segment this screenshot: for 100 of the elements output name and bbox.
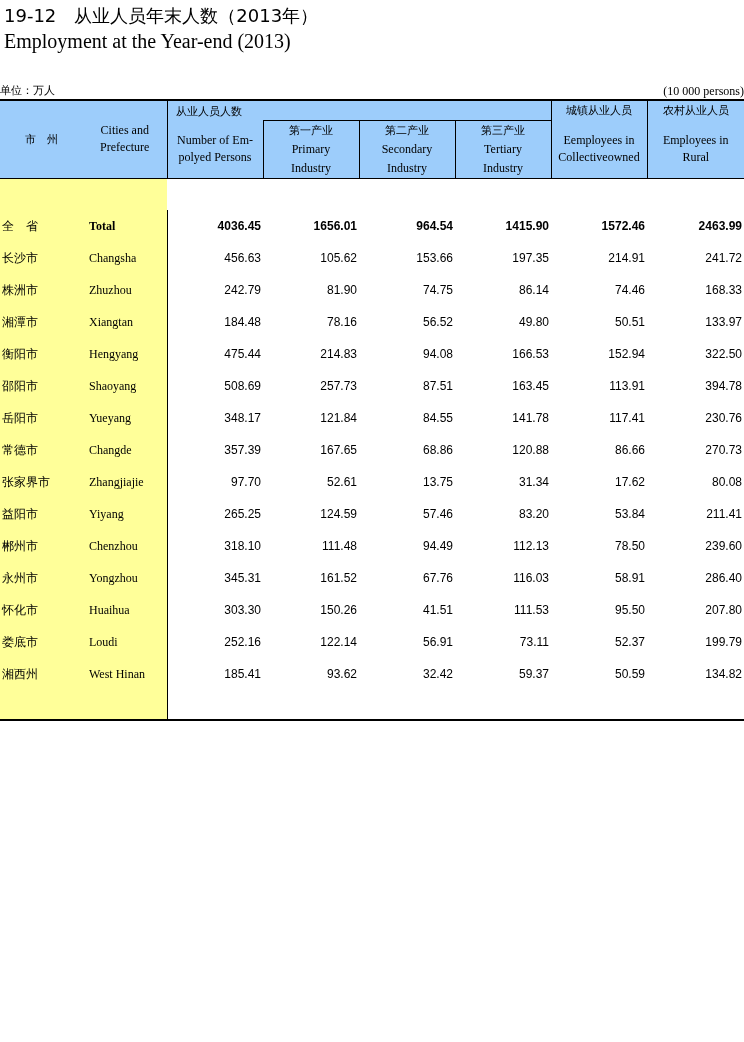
table-cell-text: 17.62 [613, 474, 646, 491]
header-label: 城镇从业人员 [566, 104, 632, 117]
header-label: Number of Em- [176, 131, 254, 149]
table-cell: Changde [83, 434, 167, 466]
table-cell: Yiyang [83, 498, 167, 530]
table-cell-text: 150.26 [319, 602, 358, 619]
header-label: Tertiary [483, 140, 523, 158]
table-cell-text: 31.34 [517, 474, 550, 491]
table-cell-text: 52.61 [325, 474, 358, 491]
table-cell-text: 322.50 [704, 346, 743, 363]
table-cell-text: 211.41 [705, 506, 743, 523]
header-label: Industry [290, 159, 332, 177]
table-cell-text: 152.94 [607, 346, 646, 363]
header-label: Eemployees in [562, 131, 636, 149]
table-cell-text: 241.72 [704, 250, 743, 267]
table-title: 19-12 从业人员年末人数（2013年） [3, 4, 320, 28]
table-cell: Xiangtan [83, 306, 167, 338]
header-label: 第三产业 [480, 122, 526, 139]
table-cell-text: 117.41 [608, 410, 646, 427]
table-cell-text: 32.42 [421, 666, 454, 683]
table-cell-text: 239.60 [704, 538, 743, 555]
table-cell-text: 161.52 [319, 570, 358, 587]
table-cell: 508.69 [167, 370, 263, 402]
table-cell-text: 84.55 [421, 410, 454, 427]
table-cell: 357.39 [167, 434, 263, 466]
table-cell: 318.10 [167, 530, 263, 562]
table-cell-text: 86.14 [517, 282, 550, 299]
header-label: Employees in [661, 131, 730, 149]
table-cell: 184.48 [167, 306, 263, 338]
header-label: 农村从业人员 [662, 104, 729, 117]
table-cell: Huaihua [83, 594, 167, 626]
table-cell-text: 73.11 [518, 634, 550, 651]
table-cell-text: 67.76 [421, 570, 454, 587]
table-cell-text: 167.65 [319, 442, 358, 459]
table-cell-text: 112.13 [512, 538, 550, 555]
header-label: Prefecture [99, 139, 151, 157]
table-cell-text: 166.53 [511, 346, 550, 363]
table-cell: Hengyang [83, 338, 167, 370]
table-cell-text: 214.91 [607, 250, 646, 267]
table-cell-text: 120.88 [511, 442, 550, 459]
table-cell: 娄底市 [0, 626, 83, 658]
table-cell-text: 111.53 [513, 602, 550, 619]
table-cell-text: 74.75 [421, 282, 454, 299]
table-cell-text: 394.78 [704, 378, 743, 395]
table-cell-text: 116.03 [512, 570, 550, 587]
table-cell: 456.63 [167, 242, 263, 274]
table-cell: 益阳市 [0, 498, 83, 530]
table-cell-text: 286.40 [704, 570, 743, 587]
table-cell-text: 86.66 [613, 442, 646, 459]
table-cell-text: 163.45 [511, 378, 550, 395]
table-cell-text: 57.46 [421, 506, 454, 523]
table-cell-text: 93.62 [325, 666, 358, 683]
header-label: Secondary [380, 140, 434, 158]
table-cell: Yueyang [83, 402, 167, 434]
table-cell: 252.16 [167, 626, 263, 658]
table-cell: 株洲市 [0, 274, 83, 306]
table-cell-text: 199.79 [704, 634, 743, 651]
table-cell-text: 168.33 [704, 282, 743, 299]
table-cell: 97.70 [167, 466, 263, 498]
table-cell: Zhuzhou [83, 274, 167, 306]
table-cell-text: 230.76 [704, 410, 743, 427]
table-cell: 湘西州 [0, 658, 83, 690]
table-cell-text: 58.91 [613, 570, 646, 587]
header-label: Industry [386, 159, 428, 177]
table-cell: 242.79 [167, 274, 263, 306]
table-cell: West Hinan [83, 658, 167, 690]
table-cell-text: 74.46 [613, 282, 646, 299]
table-cell-text: 133.97 [704, 314, 743, 331]
table-cell: 湘潭市 [0, 306, 83, 338]
table-cell-text: 41.51 [421, 602, 454, 619]
table-cell-text: 52.37 [613, 634, 646, 651]
table-cell-text: 121.84 [319, 410, 358, 427]
table-cell-text: 270.73 [704, 442, 743, 459]
unit-label: 单位：万人 [0, 83, 55, 99]
header-label: Primary [290, 140, 332, 158]
table-cell: Shaoyang [83, 370, 167, 402]
table-cell: Total [83, 210, 167, 242]
header-label: Industry [482, 159, 524, 177]
header-label: Rural [681, 148, 711, 166]
table-cell-text: 53.84 [613, 506, 646, 523]
table-cell-text: 50.59 [613, 666, 646, 683]
table-cell-text: 80.08 [710, 474, 743, 491]
unit-label: (10 000 persons) [663, 83, 744, 99]
table-cell-text: 50.51 [613, 314, 646, 331]
table-cell-text: 83.20 [517, 506, 550, 523]
table-cell-text: 56.91 [421, 634, 454, 651]
table-cell-text: 197.35 [511, 250, 550, 267]
table-cell-text: 214.83 [319, 346, 358, 363]
table-cell: 张家界市 [0, 466, 83, 498]
table-cell: 常德市 [0, 434, 83, 466]
table-cell: 郴州市 [0, 530, 83, 562]
table-subtitle: Employment at the Year-end (2013) [3, 29, 292, 54]
table-cell: 邵阳市 [0, 370, 83, 402]
table-cell-text: 257.73 [319, 378, 358, 395]
header-label: 市 州 [25, 132, 58, 146]
table-cell-text: 964.54 [415, 218, 454, 235]
table-cell: 全 省 [0, 210, 83, 242]
table-cell: 303.30 [167, 594, 263, 626]
header-label: 第二产业 [384, 122, 430, 139]
header-label: 从业人员人数 [175, 105, 242, 119]
